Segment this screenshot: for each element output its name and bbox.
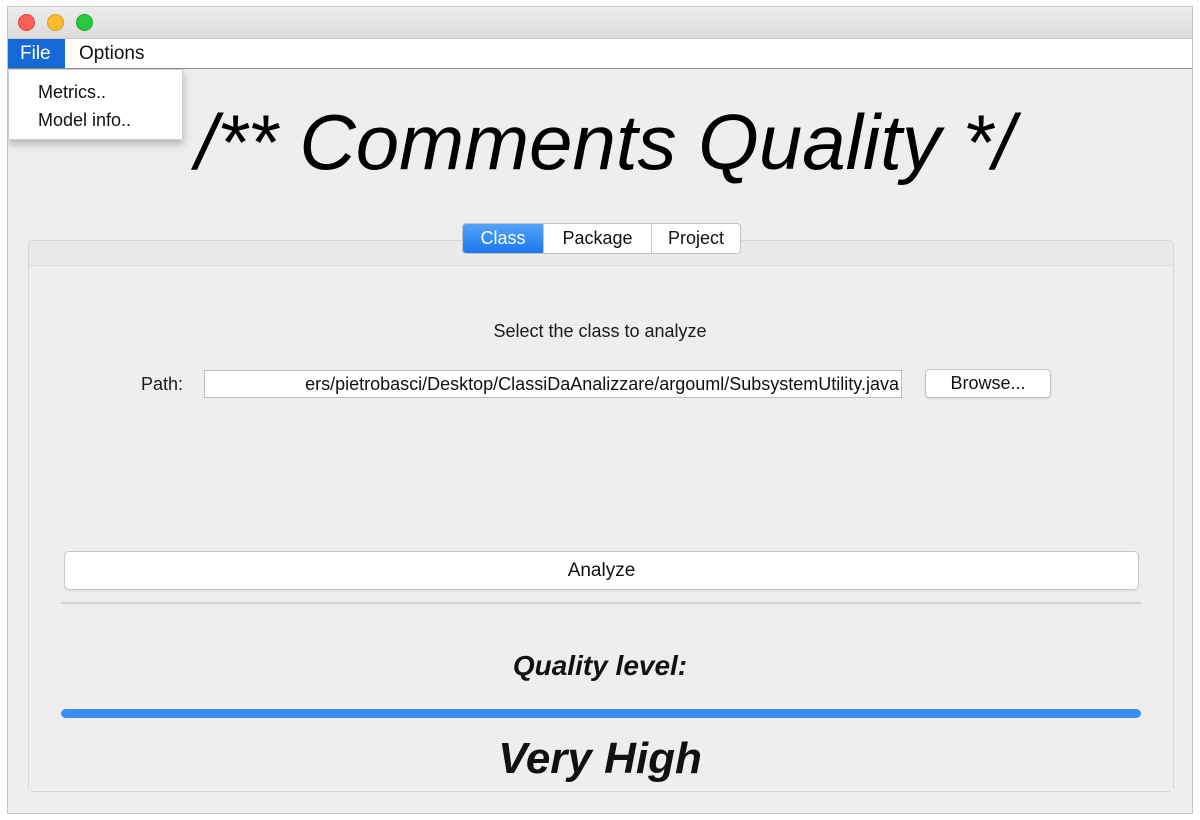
path-input-value: ers/pietrobasci/Desktop/ClassiDaAnalizza…	[305, 374, 899, 394]
close-window-button[interactable]	[18, 14, 35, 31]
tab-project[interactable]: Project	[651, 224, 740, 253]
quality-level-label: Quality level:	[512, 650, 688, 681]
path-input[interactable]: ers/pietrobasci/Desktop/ClassiDaAnalizza…	[204, 370, 902, 398]
analyze-button[interactable]: Analyze	[64, 551, 1139, 590]
tab-class[interactable]: Class	[463, 224, 543, 253]
tab-bar: Class Package Project	[462, 223, 741, 254]
menu-bar: File Options	[8, 39, 1192, 69]
quality-level-value: Very High	[498, 734, 702, 783]
file-menu-dropdown: Metrics.. Model info..	[8, 69, 183, 140]
path-label: Path:	[141, 374, 184, 394]
app-window: File Options Metrics.. Model info.. /** …	[7, 6, 1193, 814]
quality-progress-fill	[61, 709, 1141, 718]
maximize-window-button[interactable]	[76, 14, 93, 31]
minimize-window-button[interactable]	[47, 14, 64, 31]
page-title: /** Comments Quality */	[195, 98, 1015, 186]
browse-button[interactable]: Browse...	[925, 369, 1051, 398]
title-bar	[8, 7, 1192, 39]
menu-file[interactable]: File	[8, 39, 65, 68]
menu-item-metrics[interactable]: Metrics..	[38, 78, 106, 106]
menu-options[interactable]: Options	[67, 39, 156, 68]
menu-item-model-info[interactable]: Model info..	[38, 106, 131, 134]
divider	[61, 602, 1141, 604]
quality-progress-bar	[61, 709, 1141, 718]
select-class-prompt: Select the class to analyze	[493, 321, 707, 341]
tab-package[interactable]: Package	[543, 224, 651, 253]
